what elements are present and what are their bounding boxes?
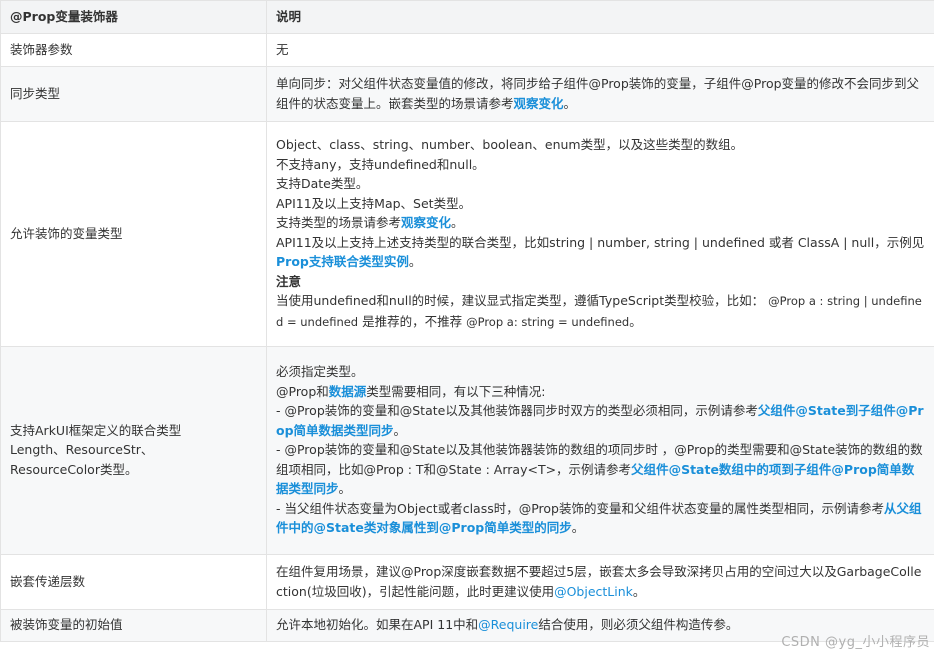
row-label: 被装饰变量的初始值 — [0, 609, 267, 642]
desc-line: @Prop和数据源类型需要相同，有以下三种情况: — [276, 383, 546, 399]
note-text: 当使用undefined和null的时候，建议显式指定类型，遵循TypeScri… — [276, 293, 922, 329]
desc-line: - @Prop装饰的变量和@State以及其他装饰器同步时双方的类型必须相同，示… — [276, 403, 924, 438]
desc-line: 不支持any，支持undefined和null。 — [276, 156, 485, 172]
watermark: CSDN @yg_小小程序员 — [781, 635, 930, 650]
desc-line: 支持Date类型。 — [276, 176, 369, 191]
row-description: 单向同步：对父组件状态变量值的修改，将同步给子组件@Prop装饰的变量，子组件@… — [266, 66, 934, 122]
link-objectlink[interactable]: @ObjectLink — [554, 584, 633, 599]
row-label: 支持ArkUI框架定义的联合类型 Length、ResourceStr、 Res… — [0, 346, 267, 555]
desc-line: - @Prop装饰的变量和@State以及其他装饰器装饰的数组的项同步时 ，@P… — [276, 442, 923, 497]
note-title: 注意 — [276, 273, 302, 289]
link-require[interactable]: @Require — [478, 617, 538, 632]
table-row: 嵌套传递层数 在组件复用场景，建议@Prop深度嵌套数据不要超过5层，嵌套太多会… — [0, 554, 934, 610]
row-label: 允许装饰的变量类型 — [0, 121, 267, 347]
prop-decorator-table: @Prop变量装饰器 说明 装饰器参数 无 同步类型 单向同步：对父组件状态变量… — [0, 0, 934, 642]
desc-line: API11及以上支持上述支持类型的联合类型，比如string | number,… — [276, 234, 925, 270]
desc-line: 必须指定类型。 — [276, 364, 364, 380]
desc-line: - 当父组件状态变量为Object或者class时，@Prop装饰的变量和父组件… — [276, 500, 922, 536]
table-header-row: @Prop变量装饰器 说明 — [0, 0, 934, 34]
table-row: 装饰器参数 无 — [0, 33, 934, 67]
desc-line: API11及以上支持Map、Set类型。 — [276, 195, 472, 211]
link-observe-change-2[interactable]: 观察变化 — [401, 215, 451, 230]
header-decorator: @Prop变量装饰器 — [0, 0, 267, 34]
row-description: 在组件复用场景，建议@Prop深度嵌套数据不要超过5层，嵌套太多会导致深拷贝占用… — [266, 554, 934, 610]
row-label: 装饰器参数 — [0, 33, 267, 67]
row-label: 同步类型 — [0, 66, 267, 122]
desc-line: 支持类型的场景请参考观察变化。 — [276, 215, 464, 230]
row-description: 无 — [266, 33, 934, 67]
link-observe-change[interactable]: 观察变化 — [514, 96, 564, 111]
row-description: Object、class、string、number、boolean、enum类… — [266, 121, 934, 347]
link-union-type-example[interactable]: Prop支持联合类型实例 — [276, 254, 409, 269]
table-row: 支持ArkUI框架定义的联合类型 Length、ResourceStr、 Res… — [0, 346, 934, 555]
header-description: 说明 — [266, 0, 934, 34]
table-row: 允许装饰的变量类型 Object、class、string、number、boo… — [0, 121, 934, 347]
table-row: 同步类型 单向同步：对父组件状态变量值的修改，将同步给子组件@Prop装饰的变量… — [0, 66, 934, 122]
row-label: 嵌套传递层数 — [0, 554, 267, 610]
link-data-source[interactable]: 数据源 — [329, 384, 367, 399]
row-description: 必须指定类型。 @Prop和数据源类型需要相同，有以下三种情况: - @Prop… — [266, 346, 934, 555]
desc-line: Object、class、string、number、boolean、enum类… — [276, 137, 744, 152]
